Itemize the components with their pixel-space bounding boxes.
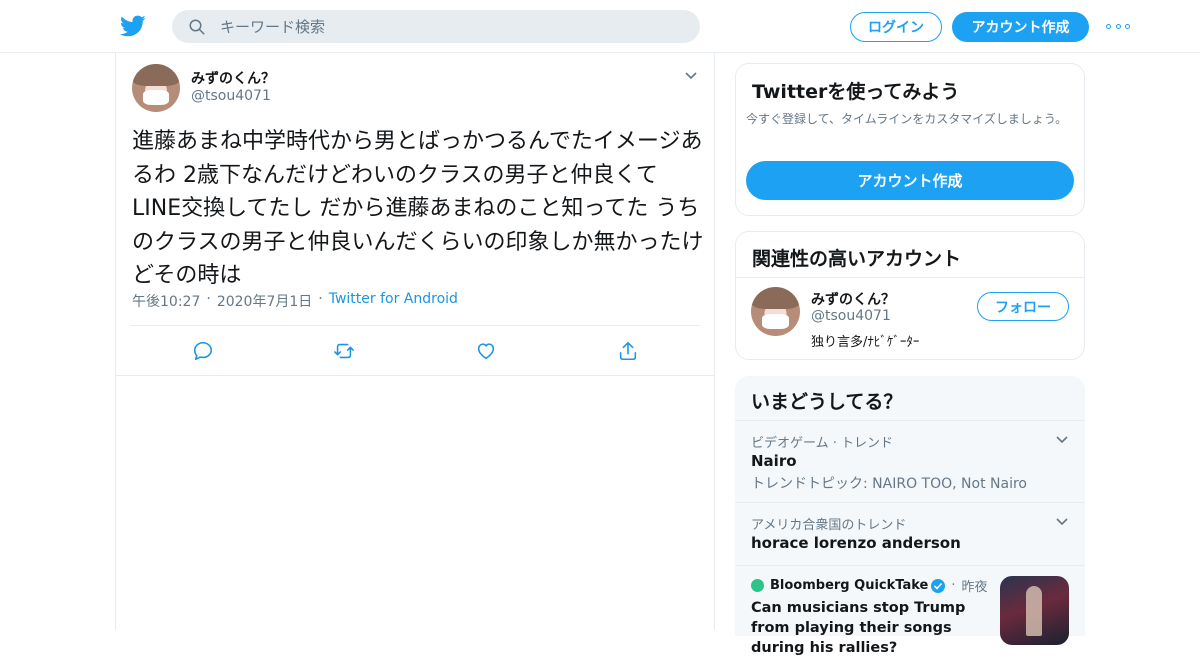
search-icon xyxy=(189,19,205,34)
related-user-handle[interactable]: @tsou4071 xyxy=(811,308,891,324)
login-button[interactable]: ログイン xyxy=(850,12,942,42)
tweet-text: 進藤あまね中学時代から男とばっかつるんでたイメージあるわ 2歳下なんだけどわいの… xyxy=(132,129,704,288)
tweet: みずのくん？ @tsou4071 進藤あまね中学時代から男とばっかつるんでたイメ… xyxy=(116,53,714,376)
tweet-source[interactable]: Twitter for Android xyxy=(329,291,458,311)
twitter-bird-icon[interactable] xyxy=(120,13,146,39)
related-user-bio: 独り言多/ﾅﾋﾞｹﾞｰﾀｰ xyxy=(811,335,920,350)
signup-card-description: 今すぐ登録して、タイムラインをカスタマイズしましょう。 xyxy=(746,112,1068,126)
user-name[interactable]: みずのくん？ xyxy=(191,68,275,88)
follow-button[interactable]: フォロー xyxy=(977,292,1069,321)
related-card-title: 関連性の高いアカウント xyxy=(752,248,962,270)
news-source-line: Bloomberg QuickTake · 昨夜 xyxy=(751,576,988,595)
news-thumbnail[interactable] xyxy=(1000,576,1069,645)
chevron-down-icon[interactable] xyxy=(1055,517,1069,527)
trends-card-title: いまどうしてる？ xyxy=(751,391,903,413)
related-user-name[interactable]: みずのくん？ xyxy=(811,289,895,309)
create-account-button[interactable]: アカウント作成 xyxy=(746,161,1074,200)
trend-name[interactable]: horace lorenzo anderson xyxy=(751,534,961,552)
trend-item[interactable]: アメリカ合衆国のトレンド horace lorenzo anderson xyxy=(735,502,1085,566)
divider xyxy=(131,325,700,326)
main-column: みずのくん？ @tsou4071 進藤あまね中学時代から男とばっかつるんでたイメ… xyxy=(115,53,715,630)
trend-category: アメリカ合衆国のトレンド xyxy=(751,518,907,533)
meta-separator: · xyxy=(318,291,323,307)
retweet-icon[interactable] xyxy=(333,340,355,362)
related-accounts-card: 関連性の高いアカウント みずのくん？ @tsou4071 独り言多/ﾅﾋﾞｹﾞｰ… xyxy=(735,231,1085,360)
news-headline[interactable]: Can musicians stop Trump from playing th… xyxy=(751,598,979,658)
trend-name[interactable]: Nairo xyxy=(751,452,797,470)
signup-button[interactable]: アカウント作成 xyxy=(952,12,1089,42)
trend-category: ビデオゲーム · トレンド xyxy=(751,436,894,451)
trend-item[interactable]: ビデオゲーム · トレンド Nairo トレンドトピック: NAIRO TOO,… xyxy=(735,420,1085,503)
chevron-down-icon[interactable] xyxy=(1055,435,1069,445)
reply-icon[interactable] xyxy=(192,340,214,362)
news-separator: · xyxy=(951,578,956,593)
verified-icon xyxy=(931,578,946,593)
user-handle[interactable]: @tsou4071 xyxy=(191,88,271,104)
divider xyxy=(736,277,1084,278)
share-icon[interactable] xyxy=(617,340,639,362)
signup-card: Twitterを使ってみよう 今すぐ登録して、タイムラインをカスタマイズしましょ… xyxy=(735,63,1085,216)
news-source: Bloomberg QuickTake xyxy=(770,578,929,593)
search-input[interactable] xyxy=(220,17,660,36)
more-icon[interactable] xyxy=(1106,18,1130,34)
related-avatar[interactable] xyxy=(751,287,800,336)
like-icon[interactable] xyxy=(475,340,497,362)
chevron-down-icon[interactable] xyxy=(684,71,698,81)
search-box[interactable] xyxy=(172,10,700,43)
trend-subtitle: トレンドトピック: NAIRO TOO, Not Nairo xyxy=(751,476,1027,492)
tweet-date[interactable]: 2020年7月1日 xyxy=(217,291,312,311)
news-item[interactable]: Bloomberg QuickTake · 昨夜 Can musicians s… xyxy=(735,565,1085,656)
news-time: 昨夜 xyxy=(961,580,988,595)
avatar[interactable] xyxy=(132,64,180,112)
meta-separator: · xyxy=(206,291,211,307)
bloomberg-logo-icon xyxy=(751,579,764,592)
signup-card-title: Twitterを使ってみよう xyxy=(752,81,960,103)
tweet-time: 午後10:27 xyxy=(132,294,201,310)
tweet-meta: 午後10:27 · 2020年7月1日 · Twitter for Androi… xyxy=(132,291,458,311)
top-navigation-bar: ログイン アカウント作成 xyxy=(0,0,1200,53)
trends-card: いまどうしてる？ ビデオゲーム · トレンド Nairo トレンドトピック: N… xyxy=(735,376,1085,656)
